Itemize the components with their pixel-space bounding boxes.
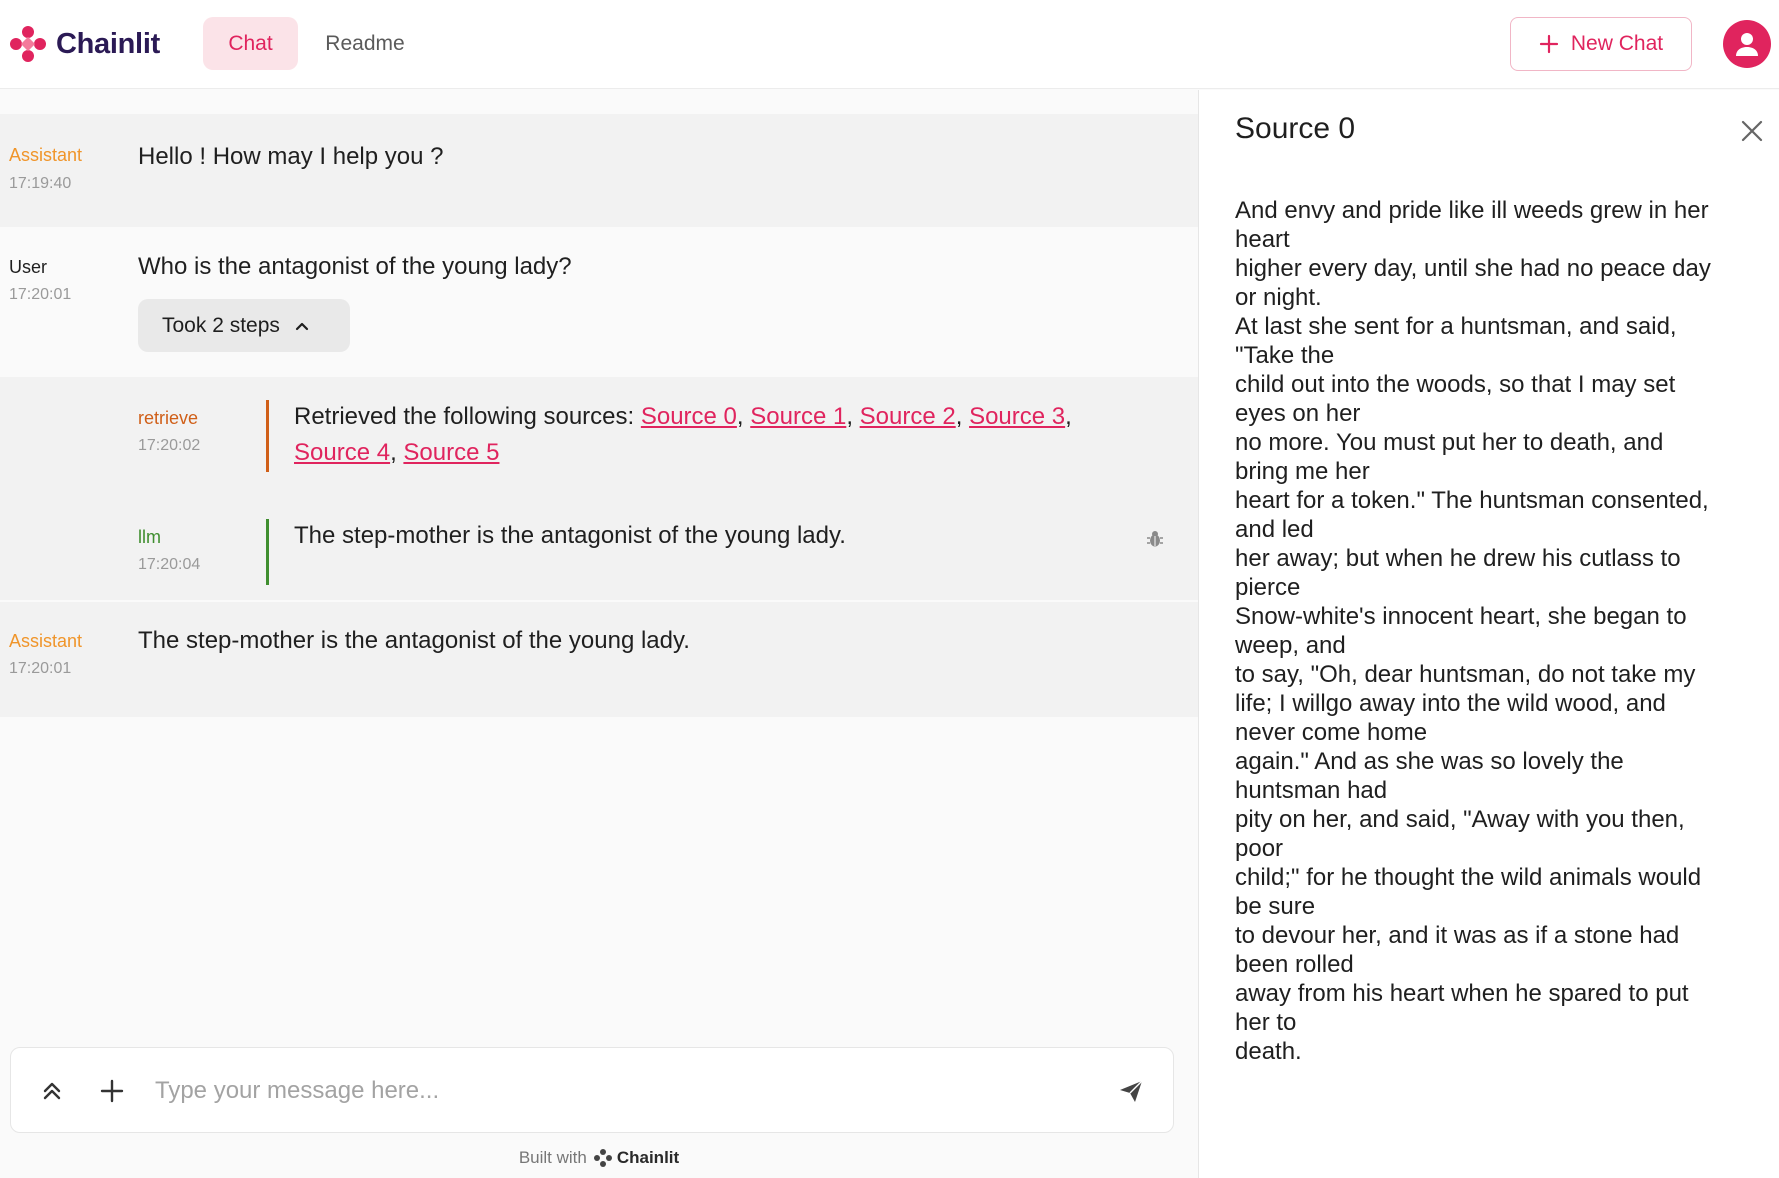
bug-icon[interactable] [1146,530,1164,548]
brand-logo[interactable]: Chainlit [8,22,160,66]
tab-readme-label: Readme [325,31,405,55]
step-content: The step-mother is the antagonist of the… [294,522,846,549]
top-header: Chainlit Chat Readme New Chat [0,0,1779,89]
toggle-steps-button[interactable]: Took 2 steps [138,299,350,352]
source-link[interactable]: Source 2 [860,403,956,430]
send-icon[interactable] [1117,1077,1145,1105]
message-author: Assistant [9,631,83,651]
step-timestamp: 17:20:04 [138,556,201,573]
source-content: And envy and pride like ill weeds grew i… [1235,197,1711,1065]
step-indicator-bar [266,519,269,585]
source-link[interactable]: Source 4 [294,439,390,466]
step-author: llm [138,527,161,547]
message-row: Assistant 17:19:40 Hello ! How may I hel… [0,114,1198,227]
user-avatar-button[interactable] [1723,20,1771,68]
new-chat-button[interactable]: New Chat [1510,17,1692,71]
chevron-up-icon [295,322,309,330]
message-row: Assistant 17:20:01 The step-mother is th… [0,602,1198,717]
tab-chat-label: Chat [228,31,273,55]
retrieve-prefix: Retrieved the following sources: [294,403,635,430]
source-link[interactable]: Source 0 [641,403,737,430]
source-link[interactable]: Source 1 [750,403,846,430]
close-icon[interactable] [1739,118,1765,144]
message-content: Hello ! How may I help you ? [138,143,444,170]
message-composer [10,1047,1174,1133]
message-timestamp: 17:20:01 [9,660,72,677]
footer-prefix: Built with [518,1148,587,1167]
source-link[interactable]: Source 5 [403,439,499,466]
message-author: Assistant [9,145,83,165]
plus-icon [1539,34,1558,54]
new-chat-label: New Chat [1570,32,1664,55]
footer: Built with Chainlit [0,1145,1198,1171]
chainlit-logo-icon [10,26,46,62]
message-timestamp: 17:19:40 [9,175,72,192]
message-author: User [9,257,48,277]
message-timestamp: 17:20:01 [9,286,72,303]
brand-name: Chainlit [56,27,160,60]
plus-icon[interactable] [98,1077,126,1105]
source-side-panel: Source 0 And envy and pride like ill wee… [1199,90,1779,1178]
chainlit-logo-icon [593,1149,612,1167]
step-indicator-bar [266,400,269,472]
footer-brand-name: Chainlit [616,1148,680,1167]
app-root: Chainlit Chat Readme New Chat Assistant … [0,0,1779,1178]
steps-label: Took 2 steps [162,313,280,337]
message-input[interactable] [155,1070,1095,1112]
step-author: retrieve [138,408,199,428]
step-timestamp: 17:20:02 [138,437,201,454]
footer-brand-link[interactable]: Chainlit [593,1148,679,1168]
message-content: The step-mother is the antagonist of the… [138,627,690,654]
user-icon [1736,33,1758,56]
panel-title: Source 0 [1235,112,1356,145]
chat-pane: Assistant 17:19:40 Hello ! How may I hel… [0,90,1198,1178]
double-chevron-up-icon[interactable] [38,1077,66,1105]
step-content: Retrieved the following sources: Source … [294,403,1072,466]
source-link[interactable]: Source 3 [969,403,1065,430]
tab-chat[interactable]: Chat [203,17,298,70]
message-content: Who is the antagonist of the young lady? [138,253,572,280]
tab-readme[interactable]: Readme [310,17,420,70]
